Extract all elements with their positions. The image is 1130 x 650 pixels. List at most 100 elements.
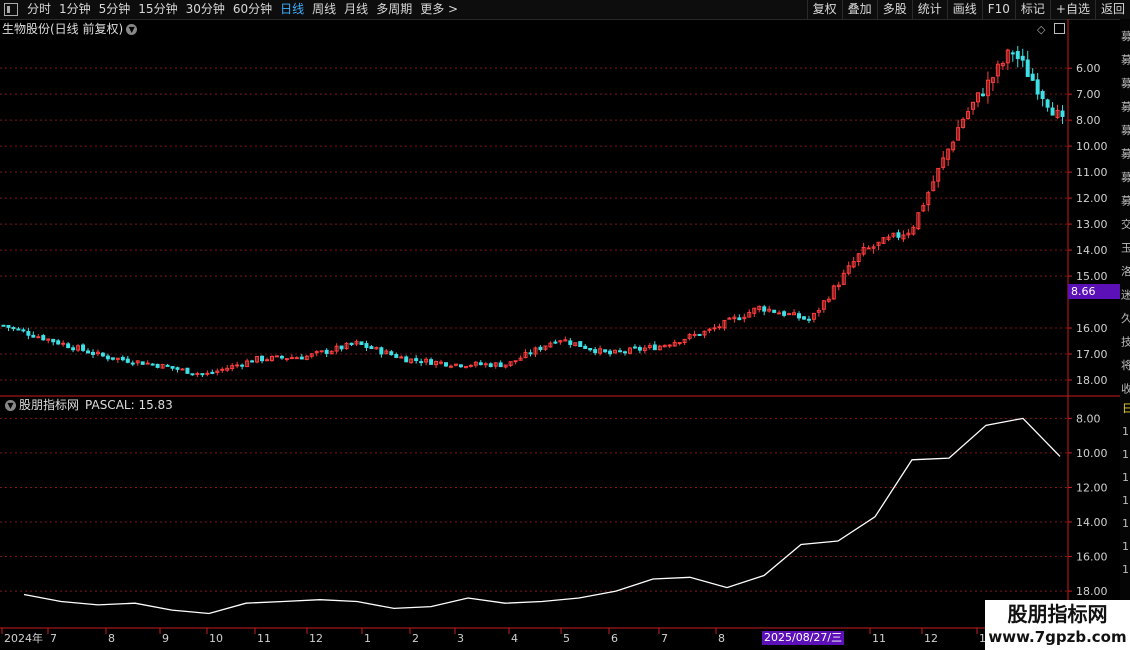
candle-body	[324, 349, 329, 354]
candle-body	[603, 349, 608, 353]
time-tick-label: 8	[718, 632, 725, 645]
side-glyph: 技	[1121, 336, 1130, 349]
candle-body	[210, 371, 215, 374]
candle-body	[364, 343, 369, 348]
candle-body	[200, 373, 205, 376]
candle-body	[618, 350, 623, 353]
candle-body	[31, 334, 36, 338]
candle-body	[41, 335, 46, 341]
candle-body	[588, 347, 593, 351]
side-glyph: 募	[1121, 148, 1130, 161]
time-tick-label: 2	[412, 632, 419, 645]
candle-body	[777, 312, 782, 315]
candle-body	[130, 362, 135, 365]
candle-body	[90, 351, 95, 355]
time-tick-label: 12	[309, 632, 323, 645]
side-glyph: 收	[1121, 382, 1130, 396]
indicator-ytick-label: 14.00	[1076, 516, 1108, 529]
candle-body	[498, 362, 503, 368]
candle-body	[125, 358, 130, 363]
side-glyph: 募	[1121, 101, 1130, 114]
pascal-line	[23, 417, 1061, 615]
candle-body	[697, 333, 702, 336]
candle-body	[1015, 51, 1020, 60]
candle-body	[1045, 99, 1050, 108]
candle-body	[637, 347, 642, 351]
candle-body	[568, 340, 573, 345]
candle-body	[1035, 79, 1040, 95]
candle-body	[379, 347, 384, 355]
time-tick-label: 10	[209, 632, 223, 645]
candle-body	[205, 372, 210, 375]
candle-body	[553, 341, 558, 344]
candle-body	[81, 344, 86, 351]
candle-body	[319, 350, 324, 353]
indicator-ytick-label: 12.00	[1076, 481, 1108, 494]
side-glyph: 1	[1122, 425, 1129, 438]
time-tick-label: 9	[162, 632, 169, 645]
candle-body	[1060, 110, 1065, 117]
candle-body	[712, 327, 717, 330]
side-glyph: 募	[1121, 124, 1130, 137]
candle-body	[180, 368, 185, 371]
candle-body	[677, 342, 682, 345]
candle-body	[100, 352, 105, 357]
indicator-ytick-label: 18.00	[1076, 585, 1108, 598]
current-price-tag: 8.66	[1068, 284, 1120, 299]
candle-body	[439, 361, 444, 364]
candle-body	[284, 358, 289, 361]
candle-body	[36, 336, 41, 339]
candle-body	[797, 313, 801, 319]
candle-body	[717, 326, 722, 329]
main-ytick-label: 13.00	[1076, 218, 1108, 231]
candle-body	[339, 345, 344, 350]
candle-body	[120, 356, 125, 361]
candle-body	[513, 360, 518, 363]
side-glyph: 迷	[1121, 289, 1130, 302]
main-ytick-label: 10.00	[1076, 140, 1108, 153]
candle-body	[787, 313, 792, 316]
candle-body	[150, 363, 155, 366]
candle-body	[394, 354, 399, 358]
watermark-url: www.7gpzb.com	[988, 628, 1127, 646]
time-tick-label: 3	[457, 632, 464, 645]
candle-body	[667, 344, 672, 347]
candle-body	[414, 358, 419, 362]
candle-body	[369, 346, 374, 350]
side-glyph: 久	[1121, 312, 1130, 325]
candle-body	[538, 346, 543, 351]
time-tick-label: 2024年	[4, 631, 43, 645]
candle-body	[478, 362, 483, 366]
side-glyph: 将	[1121, 359, 1130, 372]
candle-body	[220, 368, 225, 371]
candle-body	[359, 341, 364, 345]
candle-body	[448, 365, 453, 368]
candle-body	[289, 357, 294, 360]
candle-body	[165, 364, 170, 367]
candle-body	[260, 355, 265, 362]
main-ytick-label: 6.00	[1076, 62, 1101, 75]
candle-body	[399, 356, 404, 359]
candle-body	[593, 349, 598, 354]
candle-body	[51, 338, 56, 343]
main-ytick-label: 17.00	[1076, 348, 1108, 361]
price-chart[interactable]: 18.0017.0016.0015.0014.0013.0012.0011.00…	[0, 0, 1130, 650]
candle-body	[483, 363, 488, 366]
candle-body	[419, 361, 424, 364]
side-glyph: 洛	[1121, 264, 1130, 278]
candle-body	[1, 324, 6, 327]
candle-body	[86, 350, 91, 354]
candle-body	[250, 360, 255, 363]
candle-body	[170, 366, 175, 369]
candle-body	[66, 343, 71, 349]
candle-body	[737, 317, 742, 321]
indicator-ytick-label: 8.00	[1076, 412, 1101, 425]
side-glyph: 日	[1122, 402, 1130, 415]
candle-body	[622, 351, 627, 354]
candle-body	[583, 345, 588, 349]
candle-body	[274, 355, 279, 358]
time-tick-label: 11	[257, 632, 271, 645]
main-ytick-label: 14.00	[1076, 244, 1108, 257]
candle-body	[1025, 59, 1030, 78]
candle-body	[11, 327, 16, 330]
